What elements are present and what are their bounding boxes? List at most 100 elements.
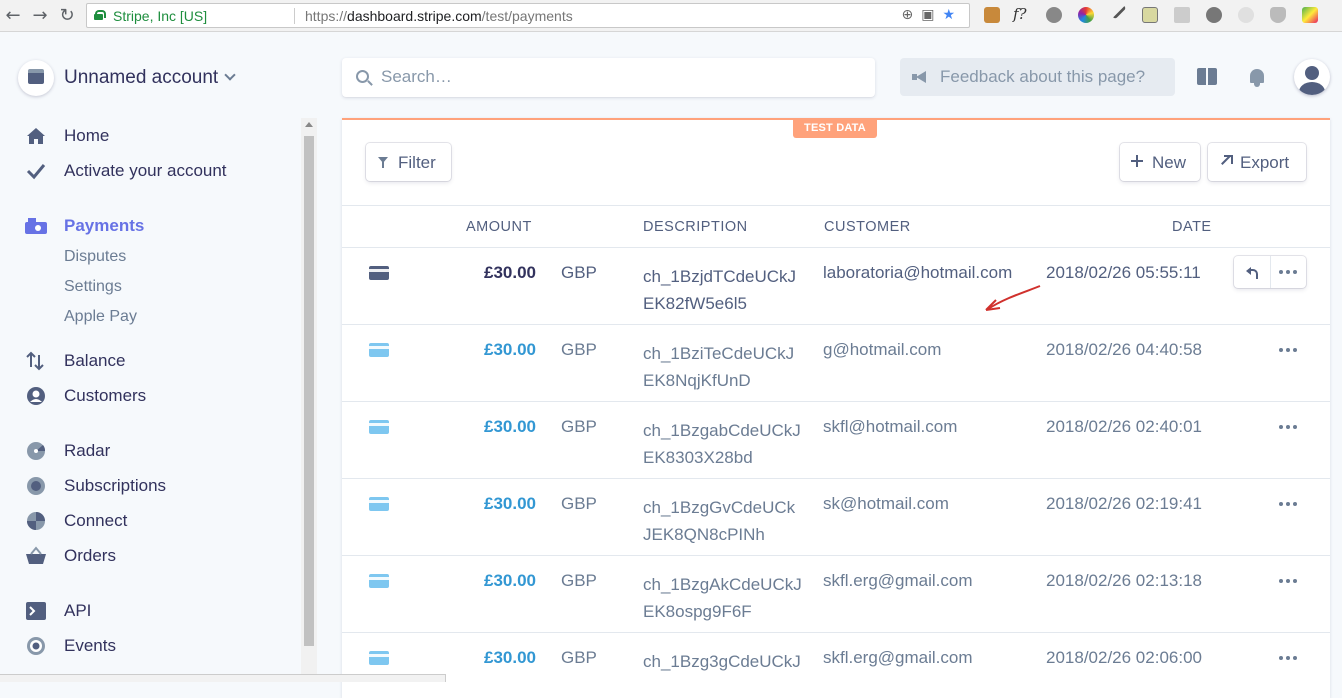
google-extension-icon[interactable]	[1302, 7, 1318, 23]
sidebar-item-subscriptions[interactable]: Subscriptions	[24, 474, 166, 498]
payment-customer[interactable]: skfl.erg@gmail.com	[823, 648, 973, 668]
address-bar[interactable]: Stripe, Inc [US] https://dashboard.strip…	[86, 3, 970, 28]
feedback-button[interactable]: Feedback about this page?	[900, 58, 1175, 96]
credit-card-icon	[369, 343, 389, 357]
table-row[interactable]: £30.00 GBP ch_1BzgabCdeUCkJEK8303X28bd s…	[342, 402, 1330, 479]
sidebar-item-customers[interactable]: Customers	[24, 384, 146, 408]
table-row[interactable]: £30.00 GBP ch_1BzgGvCdeUCkJEK8QN8cPINh s…	[342, 479, 1330, 556]
test-data-badge: TEST DATA	[793, 120, 877, 138]
eyedropper-icon[interactable]	[1109, 2, 1127, 20]
sidebar-item-balance[interactable]: Balance	[24, 349, 125, 373]
more-icon[interactable]	[1279, 502, 1297, 506]
notes-icon[interactable]	[1142, 7, 1158, 23]
reload-icon[interactable]: ↻	[56, 5, 78, 27]
sidebar-item-connect[interactable]: Connect	[24, 509, 127, 533]
extension-icon[interactable]	[984, 7, 1000, 23]
shield-extension-icon[interactable]	[1270, 7, 1286, 23]
sidebar-item-label: Orders	[64, 546, 116, 565]
home-icon	[27, 128, 45, 144]
sidebar-item-payments[interactable]: Payments	[24, 214, 144, 238]
sidebar-item-home[interactable]: Home	[24, 124, 109, 148]
more-icon[interactable]	[1279, 348, 1297, 352]
refund-icon[interactable]	[1246, 266, 1258, 279]
sidebar-item-api[interactable]: API	[24, 599, 91, 623]
column-customer[interactable]: CUSTOMER	[824, 219, 911, 235]
sidebar-subitem-settings[interactable]: Settings	[64, 278, 122, 296]
payment-amount: £30.00	[484, 263, 536, 282]
forward-arrow-icon[interactable]: →	[29, 5, 51, 27]
payment-customer[interactable]: skfl@hotmail.com	[823, 417, 957, 437]
column-amount[interactable]: AMOUNT	[466, 219, 532, 235]
export-arrow-icon	[1220, 155, 1233, 166]
moon-icon[interactable]	[1238, 7, 1254, 23]
sidebar-item-events[interactable]: Events	[24, 634, 116, 658]
payments-icon	[25, 218, 47, 234]
radar-icon	[27, 442, 46, 460]
sidebar-subitem-disputes[interactable]: Disputes	[64, 248, 126, 266]
search-placeholder: Search…	[381, 67, 452, 86]
payment-date: 2018/02/26 02:40:01	[1046, 417, 1202, 436]
more-icon[interactable]	[1279, 656, 1297, 660]
account-switcher[interactable]: Unnamed account	[18, 59, 236, 97]
sidebar-item-label: Activate your account	[64, 161, 227, 180]
column-description[interactable]: DESCRIPTION	[643, 219, 748, 235]
filter-label: Filter	[398, 153, 436, 172]
table-row[interactable]: £30.00 GBP ch_1Bzg3gCdeUCkJEK8DNS8HlcU s…	[342, 633, 1330, 682]
payment-customer[interactable]: skfl.erg@gmail.com	[823, 571, 973, 591]
payment-customer[interactable]: sk@hotmail.com	[823, 494, 949, 514]
docs-book-icon[interactable]	[1197, 68, 1217, 85]
address-divider	[294, 8, 295, 24]
table-row[interactable]: £30.00 GBP ch_1BziTeCdeUCkJEK8NqjKfUnD g…	[342, 325, 1330, 402]
sidebar-item-label: Balance	[64, 351, 126, 370]
sidebar-item-label: Events	[64, 636, 116, 655]
payment-currency: GBP	[561, 648, 597, 667]
credit-card-icon	[369, 497, 389, 511]
sidebar-subitem-apple-pay[interactable]: Apple Pay	[64, 308, 137, 326]
pumpkin-icon[interactable]	[1206, 7, 1222, 23]
zoom-icon[interactable]: ⊕	[901, 7, 921, 23]
table-row[interactable]: £30.00 GBP ch_1BzjdTCdeUCkJEK82fW5e6l5 l…	[342, 248, 1330, 325]
avatar[interactable]	[1294, 59, 1330, 95]
omnibox-actions: ⊕▣★	[901, 7, 963, 23]
plus-icon	[1131, 155, 1143, 167]
export-button[interactable]: Export	[1208, 143, 1306, 181]
bookmark-star-icon[interactable]: ★	[942, 7, 963, 23]
translate-icon[interactable]: ▣	[921, 7, 942, 23]
sidebar-item-orders[interactable]: Orders	[24, 544, 116, 568]
payment-customer[interactable]: g@hotmail.com	[823, 340, 941, 360]
color-wheel-icon[interactable]	[1078, 7, 1094, 23]
bell-icon[interactable]	[1248, 67, 1266, 87]
more-icon[interactable]	[1279, 270, 1297, 274]
payment-customer[interactable]: laboratoria@hotmail.com	[823, 263, 1012, 283]
new-payment-button[interactable]: New	[1120, 143, 1200, 181]
more-icon[interactable]	[1279, 425, 1297, 429]
payment-currency: GBP	[561, 340, 597, 359]
column-date[interactable]: DATE	[1172, 219, 1212, 235]
filter-icon	[378, 157, 388, 168]
payment-description: ch_1BzgabCdeUCkJEK8303X28bd	[643, 421, 801, 467]
payment-date: 2018/02/26 02:19:41	[1046, 494, 1202, 513]
payment-amount: £30.00	[484, 417, 536, 436]
more-icon[interactable]	[1279, 579, 1297, 583]
search-icon	[356, 70, 369, 83]
scrollbar-thumb[interactable]	[304, 136, 314, 646]
balance-icon	[26, 351, 44, 371]
payment-date: 2018/02/26 04:40:58	[1046, 340, 1202, 359]
gear-extension-icon[interactable]	[1046, 7, 1062, 23]
font-extension-icon[interactable]: f?	[1013, 5, 1029, 23]
back-arrow-icon[interactable]: ←	[2, 5, 24, 27]
sidebar-item-label: Connect	[64, 511, 128, 530]
sidebar-item-radar[interactable]: Radar	[24, 439, 110, 463]
search-input[interactable]: Search…	[342, 58, 875, 97]
sidebar-item-activate[interactable]: Activate your account	[24, 159, 227, 183]
scroll-up-icon[interactable]	[305, 122, 313, 127]
table-row[interactable]: £30.00 GBP ch_1BzgAkCdeUCkJEK8ospg9F6F s…	[342, 556, 1330, 633]
payment-description: ch_1Bzg3gCdeUCkJEK8DNS8HlcU	[643, 652, 801, 682]
certificate-label[interactable]: Stripe, Inc [US]	[113, 8, 207, 24]
puzzle-icon[interactable]	[1174, 7, 1190, 23]
filter-button[interactable]: Filter	[366, 143, 451, 181]
orders-icon	[26, 546, 46, 564]
checkmark-icon	[26, 164, 46, 180]
url-text[interactable]: https://dashboard.stripe.com/test/paymen…	[305, 8, 573, 24]
sidebar-scrollbar[interactable]	[301, 118, 317, 682]
